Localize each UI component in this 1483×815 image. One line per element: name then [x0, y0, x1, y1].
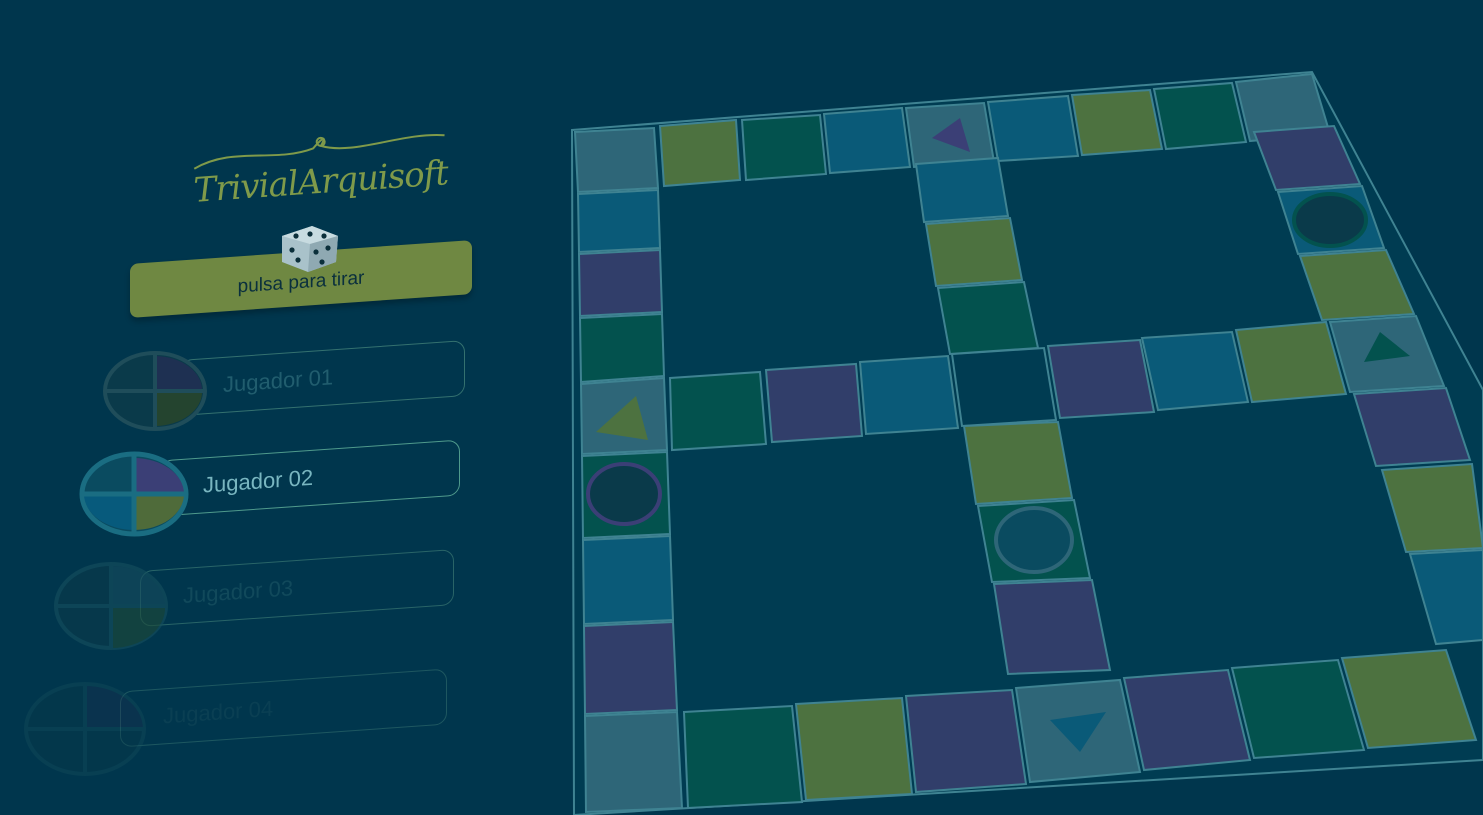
board-square[interactable]: [658, 118, 742, 188]
board-square[interactable]: [822, 106, 912, 175]
side-panel: TrivialArquisoft pulsa para tirar Jugado…: [0, 0, 560, 815]
player-name: Jugador 04: [163, 695, 274, 729]
player-3-token-icon: [54, 562, 168, 650]
board-square[interactable]: [858, 354, 960, 436]
board-square[interactable]: [1140, 330, 1250, 412]
cheese-token-icon: [1292, 192, 1368, 248]
board-center-square[interactable]: [950, 346, 1058, 428]
board-square[interactable]: [682, 704, 804, 810]
player-name: Jugador 02: [203, 464, 314, 498]
board-square[interactable]: [668, 370, 768, 452]
player-name: Jugador 03: [183, 575, 294, 608]
board-square[interactable]: [986, 94, 1080, 163]
player-card-1[interactable]: Jugador 01: [180, 340, 465, 416]
board-square[interactable]: [924, 216, 1024, 288]
game-board: [570, 70, 1483, 815]
board-square[interactable]: [1070, 88, 1164, 157]
board-square[interactable]: [582, 620, 679, 716]
board-square[interactable]: [578, 312, 666, 384]
board-corner-square[interactable]: [583, 710, 684, 814]
player-card-4[interactable]: Jugador 04: [120, 668, 447, 748]
player-card-2[interactable]: Jugador 02: [160, 439, 460, 517]
board-square[interactable]: [992, 578, 1112, 676]
board-square[interactable]: [740, 113, 828, 182]
player-4-token-icon: [24, 682, 146, 776]
board-square[interactable]: [904, 688, 1028, 794]
player-name: Jugador 01: [223, 364, 334, 397]
board-square[interactable]: [764, 362, 864, 444]
board-square[interactable]: [914, 156, 1010, 224]
app-logo: TrivialArquisoft: [182, 121, 458, 230]
board-square[interactable]: [581, 534, 675, 626]
board-square[interactable]: [576, 188, 662, 254]
board-square[interactable]: [577, 248, 664, 318]
board-square[interactable]: [1152, 81, 1248, 151]
board-square[interactable]: [962, 420, 1074, 506]
player-card-3[interactable]: Jugador 03: [140, 549, 454, 627]
board-square[interactable]: [794, 696, 914, 802]
board-square[interactable]: [1234, 320, 1348, 404]
cheese-token-icon: [586, 462, 662, 526]
player-2-token-icon: [79, 451, 189, 537]
board-square[interactable]: [936, 280, 1040, 356]
cheese-token-icon: [994, 506, 1074, 574]
board-square[interactable]: [1046, 338, 1156, 420]
board-corner-square[interactable]: [573, 126, 660, 194]
board-square[interactable]: [1122, 668, 1252, 772]
player-1-token-icon: [103, 351, 207, 431]
dice-icon[interactable]: [276, 222, 342, 274]
